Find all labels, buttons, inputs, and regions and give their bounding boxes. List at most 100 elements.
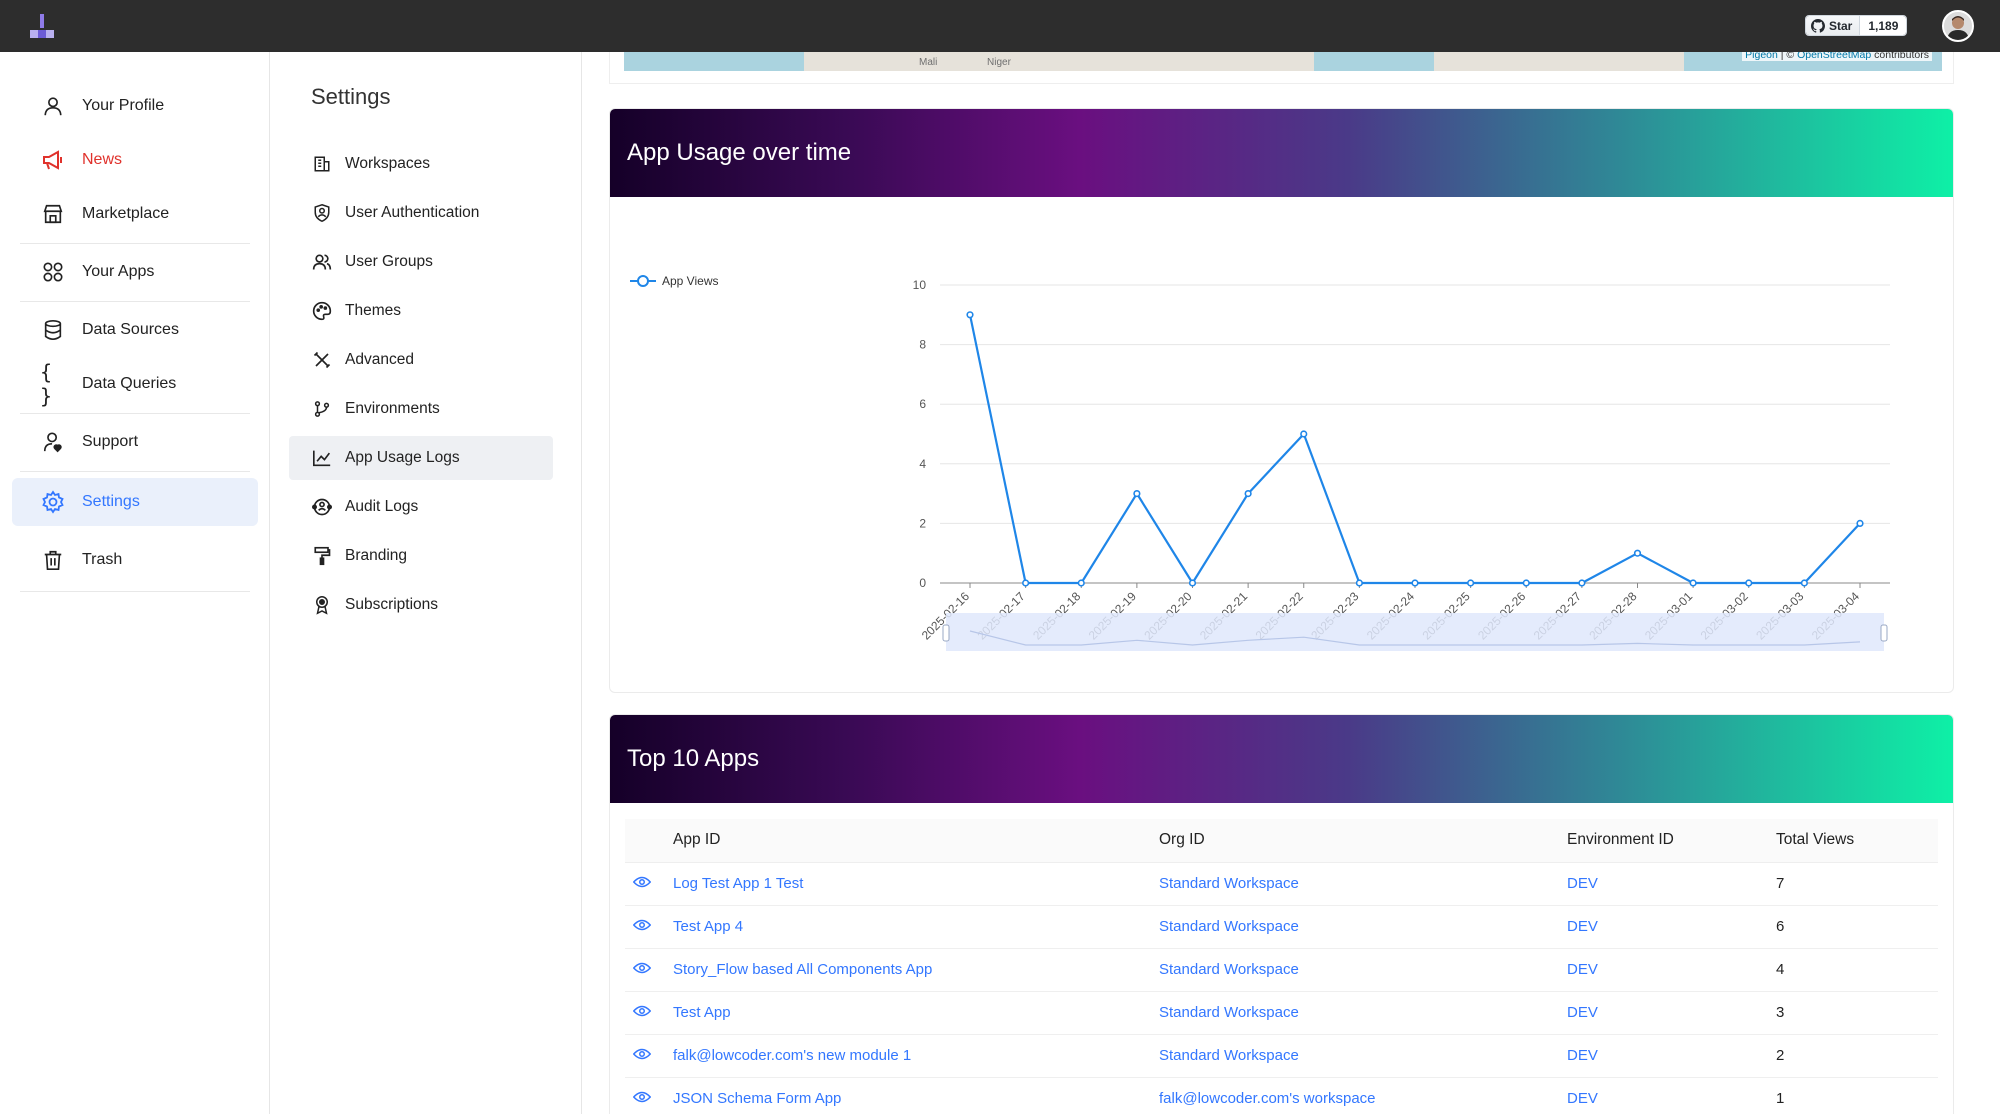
eye-icon[interactable] [632,1005,652,1017]
nav-item-your-apps[interactable]: Your Apps [12,248,258,296]
app-usage-card-title: App Usage over time [610,109,1953,197]
eye-icon[interactable] [632,1048,652,1060]
data-point[interactable] [1188,579,1197,587]
data-point[interactable] [1244,490,1252,498]
data-point[interactable] [1856,519,1864,528]
settings-item-environments[interactable]: Environments [289,387,553,431]
avatar[interactable] [1942,10,1974,42]
nav-item-label: Data Queries [82,375,177,392]
tools-icon [311,349,333,371]
column-header-org-id[interactable]: Org ID [1159,819,1567,863]
data-point[interactable] [1800,579,1808,587]
map-attribution: Pigeon | © OpenStreetMap contributors [1742,52,1932,61]
environment-id-link[interactable]: DEV [1567,1077,1776,1114]
app-id-link[interactable]: Test App [673,991,1159,1035]
settings-item-advanced[interactable]: Advanced [289,338,553,382]
settings-item-themes[interactable]: Themes [289,289,553,333]
data-point[interactable] [1133,490,1141,498]
total-views-cell: 2 [1776,1034,1938,1078]
github-star-button[interactable]: Star 1,189 [1805,15,1908,36]
table-header-row: App ID Org ID Environment ID Total Views [625,819,1938,863]
nav-item-data-sources[interactable]: Data Sources [12,306,258,354]
data-point[interactable] [1467,579,1475,587]
environment-id-link[interactable]: DEV [1567,862,1776,906]
settings-item-label: Workspaces [345,155,430,172]
app-id-link[interactable]: Log Test App 1 Test [673,862,1159,906]
map-label: Niger [987,57,1011,68]
nav-item-settings[interactable]: Settings [12,478,258,526]
settings-item-audit-logs[interactable]: Audit Logs [289,485,553,529]
divider [20,413,250,414]
environment-id-link[interactable]: DEV [1567,991,1776,1035]
nav-item-support[interactable]: Support [12,418,258,466]
app-id-link[interactable]: JSON Schema Form App [673,1077,1159,1114]
database-icon [40,317,66,343]
data-point[interactable] [1578,579,1586,587]
divider [20,301,250,302]
eye-icon[interactable] [632,1091,652,1103]
github-star-count[interactable]: 1,189 [1860,16,1907,35]
zoom-handle-right[interactable] [1880,624,1888,642]
map-card: Mali Niger Pigeon | © OpenStreetMap cont… [609,52,1954,84]
org-id-link[interactable]: Standard Workspace [1159,1034,1567,1078]
org-id-link[interactable]: Standard Workspace [1159,991,1567,1035]
main-content: Mali Niger Pigeon | © OpenStreetMap cont… [583,52,2000,1114]
data-point[interactable] [1633,549,1642,557]
data-point[interactable] [1355,579,1363,587]
usage-line-chart[interactable]: 02468102025-02-162025-02-172025-02-18202… [610,197,1954,693]
total-views-cell: 3 [1776,991,1938,1035]
eye-icon[interactable] [632,876,652,888]
divider [20,591,250,592]
org-id-link[interactable]: Standard Workspace [1159,905,1567,949]
column-header-app-id[interactable]: App ID [673,819,1159,863]
github-star[interactable]: Star [1806,16,1861,35]
data-point[interactable] [1411,579,1419,587]
data-point[interactable] [1522,579,1530,587]
users-icon [311,251,333,273]
settings-item-label: Subscriptions [345,596,439,613]
column-header-total-views[interactable]: Total Views [1776,819,1938,863]
environment-id-link[interactable]: DEV [1567,905,1776,949]
app-id-link[interactable]: falk@lowcoder.com's new module 1 [673,1034,1159,1078]
attribution-suffix: contributors [1871,52,1929,61]
award-icon [311,594,333,616]
settings-item-subscriptions[interactable]: Subscriptions [289,583,553,627]
settings-item-user-authentication[interactable]: User Authentication [289,191,553,235]
pigeon-link[interactable]: Pigeon [1745,52,1778,61]
environment-id-link[interactable]: DEV [1567,948,1776,992]
nav-item-data-queries[interactable]: { } Data Queries [12,360,258,408]
column-header-environment-id[interactable]: Environment ID [1567,819,1776,863]
eye-icon[interactable] [632,919,652,931]
eye-icon[interactable] [632,962,652,974]
nav-item-news[interactable]: News [12,136,258,184]
environment-id-link[interactable]: DEV [1567,1034,1776,1078]
org-id-link[interactable]: Standard Workspace [1159,862,1567,906]
app-id-link[interactable]: Story_Flow based All Components App [673,948,1159,992]
app-usage-card: App Usage over time App Views 0 2 4 6 8 10 202… [609,108,1954,693]
map[interactable]: Mali Niger Pigeon | © OpenStreetMap cont… [624,52,1942,71]
nav-item-your-profile[interactable]: Your Profile [12,82,258,130]
settings-item-workspaces[interactable]: Workspaces [289,142,553,186]
openstreetmap-link[interactable]: OpenStreetMap [1797,52,1871,61]
settings-item-label: Environments [345,400,440,417]
nav-item-label: Your Profile [82,97,165,114]
app-id-link[interactable]: Test App 4 [673,905,1159,949]
nav-item-trash[interactable]: Trash [12,536,258,584]
data-point[interactable] [1689,579,1697,587]
data-point[interactable] [1745,579,1753,587]
settings-item-user-groups[interactable]: User Groups [289,240,553,284]
settings-item-branding[interactable]: Branding [289,534,553,578]
line-chart-icon [311,447,333,469]
settings-item-app-usage-logs[interactable]: App Usage Logs [289,436,553,480]
divider [20,243,250,244]
lowcoder-logo[interactable] [26,12,58,40]
org-id-link[interactable]: falk@lowcoder.com's workspace [1159,1077,1567,1114]
zoom-handle-left[interactable] [942,624,950,642]
data-point[interactable] [1022,579,1030,587]
nav-item-marketplace[interactable]: Marketplace [12,190,258,238]
data-point[interactable] [1077,579,1085,587]
data-point[interactable] [966,311,974,319]
org-id-link[interactable]: Standard Workspace [1159,948,1567,992]
data-point[interactable] [1300,430,1308,438]
attribution-separator: | © [1777,52,1798,61]
